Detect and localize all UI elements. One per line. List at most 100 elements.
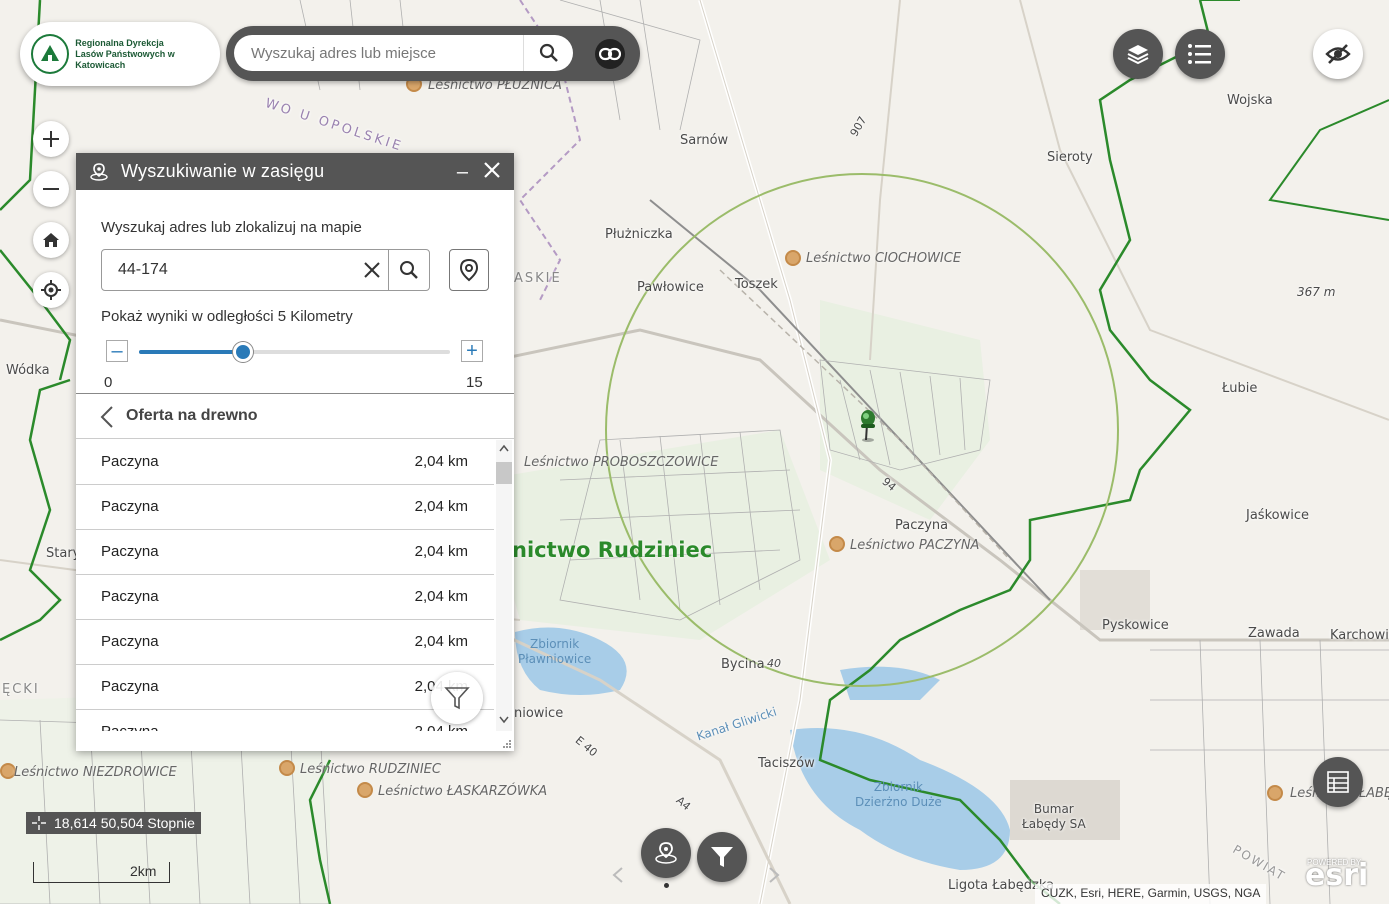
scroll-thumb[interactable] [496,462,512,484]
result-row[interactable]: Paczyna 2,04 km [76,440,494,485]
search-icon [539,43,558,62]
result-distance: 2,04 km [415,723,468,731]
place-label: Toszek [735,277,778,292]
logo-emblem [31,34,70,74]
attribute-table-button[interactable] [1313,757,1363,807]
decrease-distance-button[interactable]: – [106,340,128,362]
result-distance: 2,04 km [414,588,468,605]
zoom-out-button[interactable] [33,171,69,207]
filter-icon [711,847,733,867]
nearby-icon [655,842,677,864]
result-name: Paczyna [101,498,159,515]
distance-slider[interactable] [139,342,450,362]
clear-icon[interactable] [360,258,384,282]
result-row[interactable]: Paczyna 2,04 km [76,710,494,731]
search-button[interactable] [523,35,574,71]
result-distance: 2,04 km [414,453,468,470]
filter-widget-button[interactable] [697,832,747,882]
result-distance: 2,04 km [414,498,468,515]
place-label: Pyskowice [1102,618,1169,633]
region-label: ĘCKI [2,682,40,697]
legend-list-icon [1188,44,1211,64]
toggle-visibility-button[interactable] [1313,29,1363,79]
layers-icon [1127,45,1149,65]
slider-thumb[interactable] [232,342,253,362]
table-icon [1327,771,1349,793]
increase-distance-button[interactable]: + [461,340,483,362]
place-label: Zawada [1248,626,1300,641]
zoom-out-icon [43,188,59,190]
place-label: Pawłowice [637,280,704,295]
logo[interactable]: Regionalna Dyrekcja Lasów Państwowych w … [20,22,220,86]
place-label: Jaśkowice [1246,508,1309,523]
slider-min-label: 0 [104,374,113,391]
results-list: Paczyna 2,04 km Paczyna 2,04 km Paczyna 2,04 … [76,440,494,731]
result-name: Paczyna [101,453,159,470]
result-row[interactable]: Paczyna 2,04 km [76,530,494,575]
address-input[interactable] [116,260,350,280]
resize-handle-icon[interactable] [502,739,512,749]
forestry-label: Leśnictwo CIOCHOWICE [806,251,962,266]
forestry-label: Leśnictwo RUDZINIEC [300,762,441,777]
share-link-button[interactable] [595,39,625,69]
place-label: niowice [514,706,564,721]
home-button[interactable] [33,222,69,258]
result-name: Paczyna [101,588,159,605]
forestry-label: Leśnictwo PROBOSZCZOWICE [524,455,719,470]
place-label: Sieroty [1047,150,1093,165]
result-distance: 2,04 km [414,543,468,560]
forestry-marker[interactable] [785,250,801,266]
forestry-marker[interactable] [357,782,373,798]
search-bar [226,26,640,81]
coordinate-readout: 18,614 50,504 Stopnie [26,812,201,834]
result-row[interactable]: Paczyna 2,04 km [76,620,494,665]
road-label: 40 [767,657,781,670]
panel-title: Wyszukiwanie w zasięgu [121,161,325,181]
address-search-button[interactable] [388,249,430,291]
nearby-search-panel: Wyszukiwanie w zasięgu – Wyszukaj adres … [76,153,514,751]
place-label: Wódka [6,363,50,378]
zoom-in-icon [43,131,59,147]
attribution[interactable]: CUZK, Esri, HERE, Garmin, USGS, NGA [1035,884,1267,904]
back-button[interactable]: Oferta na drewno [76,394,514,438]
scroll-up-icon[interactable] [499,444,509,452]
place-label: Sarnów [680,133,729,148]
result-row[interactable]: Paczyna 2,04 km [76,575,494,620]
close-icon[interactable] [480,158,504,182]
result-row[interactable]: Paczyna 2,04 km [76,485,494,530]
legend-button[interactable] [1175,29,1225,79]
nearby-widget-button[interactable] [641,828,691,878]
minimize-button[interactable]: – [457,161,468,184]
address-field[interactable] [101,249,389,291]
search-icon [400,261,418,279]
industrial-label: Bumar Łabędy SA [1022,802,1086,831]
nearby-icon [90,163,108,181]
chevron-left-icon[interactable] [612,866,624,884]
pick-location-button[interactable] [449,249,489,291]
place-label: Bycina [721,657,765,672]
results-scrollbar[interactable] [496,440,512,731]
link-icon [599,47,621,61]
locate-icon [41,280,61,300]
layers-button[interactable] [1113,29,1163,79]
panel-header: Wyszukiwanie w zasięgu – [76,153,514,190]
pin-icon[interactable] [854,408,882,446]
results-filter-button[interactable] [431,672,483,724]
forestry-marker[interactable] [829,536,845,552]
forestry-marker[interactable] [1267,785,1283,801]
scroll-down-icon[interactable] [499,716,509,724]
forestry-label: Leśnictwo NIEZDROWICE [14,765,177,780]
scale-label: 2km [130,863,157,879]
forestry-label: Leśnictwo ŁASKARZÓWKA [378,784,548,799]
map-pin-icon [459,258,479,282]
forestry-marker[interactable] [279,760,295,776]
forestry-label: Leśnictwo PACZYNA [850,538,980,553]
slider-fill [139,350,243,354]
place-label: Taciszów [758,756,815,771]
locate-button[interactable] [33,272,69,308]
filter-icon [444,687,470,710]
esri-logo[interactable]: esri [1305,858,1368,893]
page-indicator-dot [664,883,669,888]
chevron-right-icon[interactable] [768,866,780,884]
zoom-in-button[interactable] [33,121,69,157]
